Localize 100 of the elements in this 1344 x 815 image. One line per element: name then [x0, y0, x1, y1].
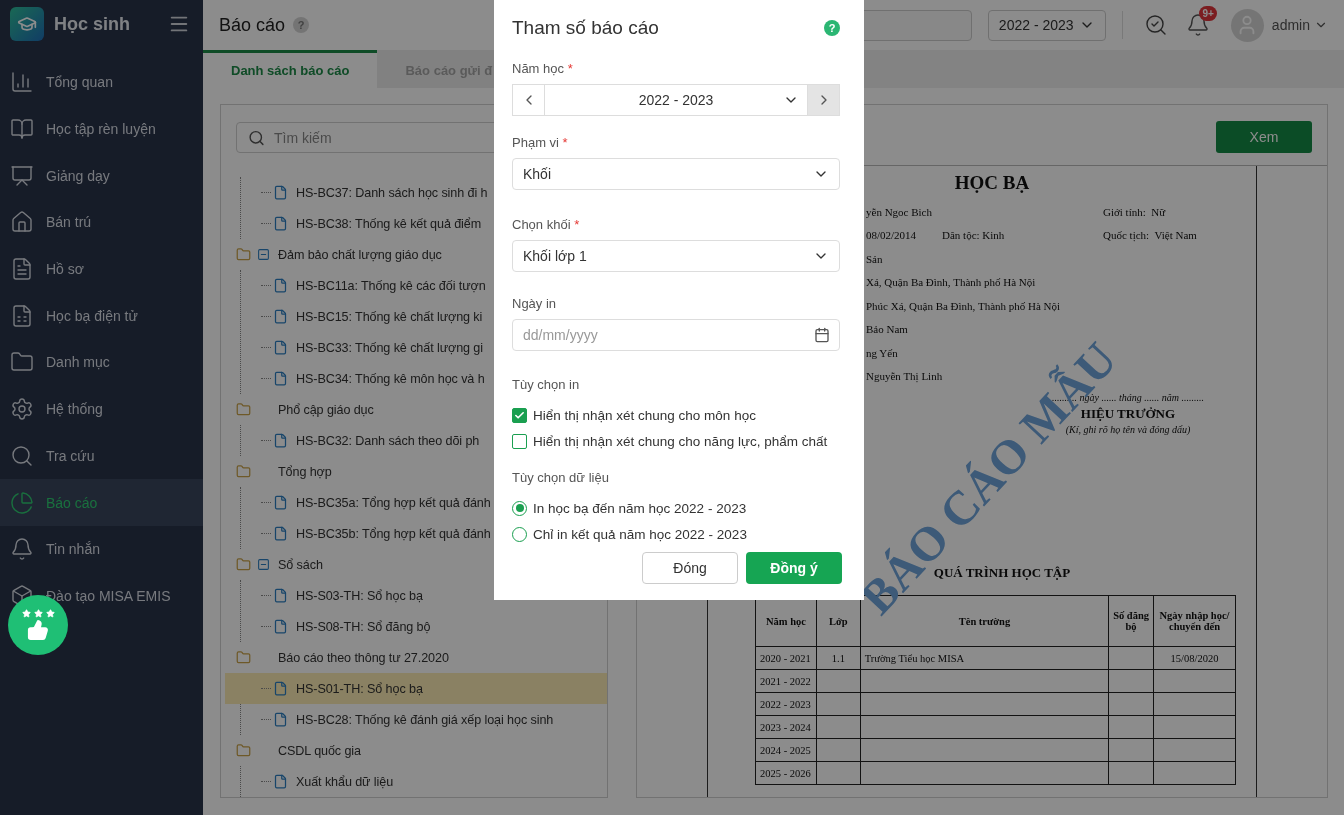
tree-group[interactable]: Báo cáo theo thông tư 27.2020	[221, 642, 607, 673]
presentation-board-icon	[10, 163, 34, 188]
tree-item[interactable]: HS-BC28: Thống kê đánh giá xếp loại học sinh	[225, 704, 607, 735]
scope-select[interactable]: Khối	[512, 158, 840, 190]
checkbox-option[interactable]: Hiển thị nhận xét chung cho năng lực, phẩm chất	[512, 428, 840, 454]
table-cell	[1108, 761, 1154, 785]
checkbox[interactable]	[512, 433, 527, 449]
view-button[interactable]: Xem	[1216, 121, 1312, 153]
radio-option[interactable]: In học bạ đến năm học 2022 - 2023	[512, 495, 840, 521]
file-icon	[273, 309, 288, 324]
file-icon	[273, 433, 288, 448]
file-icon	[273, 774, 288, 789]
dialog-title: Tham số báo cáo	[512, 17, 659, 39]
section-label: Tùy chọn dữ liệu	[512, 470, 610, 485]
checkbox[interactable]	[512, 407, 527, 423]
tree-group[interactable]: CSDL quốc gia	[221, 735, 607, 766]
open-book-icon	[10, 117, 34, 142]
info-text: Dân tộc: Kinh	[942, 229, 1006, 242]
table-cell: 2021 - 2022	[755, 669, 817, 693]
folder-icon	[236, 743, 251, 758]
tree-item[interactable]: Xuất khẩu dữ liệu	[225, 766, 607, 797]
folder-icon	[236, 557, 251, 572]
collapse-icon[interactable]	[257, 248, 270, 261]
file-icon	[273, 185, 288, 200]
file-icon	[273, 619, 288, 634]
info-text: Phúc Xá, Quận Ba Đình, Thành phố Hà Nội	[866, 299, 1062, 312]
app-title: Học sinh	[54, 13, 131, 35]
table-cell: 1.1	[816, 646, 861, 670]
house-icon	[10, 210, 34, 235]
table-cell: 2025 - 2026	[755, 761, 817, 785]
sidebar-item[interactable]: Hệ thống	[0, 385, 203, 433]
folder-icon	[236, 247, 251, 262]
user-menu[interactable]: admin	[1271, 17, 1328, 33]
sidebar-item[interactable]: Bán trú	[0, 199, 203, 246]
folder-icon	[236, 464, 251, 479]
settings-icon	[10, 397, 34, 422]
sidebar-item[interactable]: Giảng dạy	[0, 152, 203, 200]
column-header: Ngày nhập học/ chuyển đến	[1153, 595, 1236, 647]
bar-chart-icon	[10, 70, 34, 95]
file-icon	[273, 495, 288, 510]
info-text: yễn Ngoc Bich	[866, 205, 933, 218]
info-text: Nguyễn Thị Linh	[866, 370, 944, 383]
field-label: Chọn khối *	[512, 217, 581, 232]
file-icon	[273, 371, 288, 386]
search-icon	[10, 443, 34, 468]
pie-chart-icon	[10, 490, 34, 515]
grade-select[interactable]: Khối lớp 1	[512, 240, 840, 272]
date-field[interactable]: dd/mm/yyyy	[512, 319, 840, 351]
table-cell: Trường Tiểu học MISA	[860, 646, 1109, 670]
info-text: Bảo Nam	[866, 323, 909, 336]
table-cell: 15/08/2020	[1153, 646, 1236, 670]
tree-item[interactable]: HS-S03-TH: Sổ học bạ	[225, 580, 607, 611]
radio-option[interactable]: Chỉ in kết quả năm học 2022 - 2023	[512, 521, 840, 547]
logo-icon	[10, 7, 44, 41]
table-cell	[816, 692, 861, 716]
tree-item[interactable]: HS-S08-TH: Sổ đăng bộ	[225, 611, 607, 642]
calendar-icon[interactable]	[814, 327, 830, 343]
checkbox-option[interactable]: Hiển thị nhận xét chung cho môn học	[512, 402, 840, 428]
table-cell	[816, 738, 861, 762]
table-cell	[1108, 669, 1154, 693]
star-icon	[33, 609, 43, 618]
sidebar-item[interactable]: Danh mục	[0, 339, 203, 386]
school-year-select[interactable]: 2022 - 2023	[545, 84, 807, 116]
table-cell: 2023 - 2024	[755, 715, 817, 739]
sidebar-item[interactable]: Hồ sơ	[0, 245, 203, 293]
close-button[interactable]: Đóng	[642, 552, 738, 584]
field-label: Ngày in	[512, 296, 558, 311]
star-icon	[21, 609, 31, 618]
document-icon	[10, 257, 34, 282]
check-icon	[514, 409, 525, 421]
section-label: Tùy chọn in	[512, 377, 581, 392]
star-icon	[45, 609, 55, 618]
next-button[interactable]	[807, 84, 840, 116]
folder-icon	[236, 402, 251, 417]
sidebar-item[interactable]: Tổng quan	[0, 59, 203, 106]
tree-item[interactable]: HS-S01-TH: Sổ học bạ	[225, 673, 607, 704]
file-icon	[273, 340, 288, 355]
table-cell	[816, 761, 861, 785]
chart-search-icon[interactable]	[1143, 13, 1168, 37]
sidebar-item[interactable]: Học tập rèn luyện	[0, 105, 203, 153]
info-text: Sán	[866, 252, 884, 265]
thumbs-up-icon	[27, 619, 49, 641]
collapse-icon[interactable]	[257, 558, 270, 571]
agree-button[interactable]: Đồng ý	[746, 552, 842, 584]
tab[interactable]: Danh sách báo cáo	[203, 50, 378, 88]
tree-group[interactable]: Sổ sách	[221, 549, 607, 580]
previous-button[interactable]	[512, 84, 545, 116]
notification-badge: 9+	[1199, 6, 1217, 21]
table-cell	[1108, 715, 1154, 739]
file-icon	[273, 216, 288, 231]
table-cell	[1108, 646, 1154, 670]
bell-icon	[10, 537, 34, 562]
info-text: 08/02/2014	[866, 229, 918, 242]
sidebar-item[interactable]: Học bạ điện tử	[0, 292, 203, 340]
info-text: Giới tính: Nữ	[1103, 205, 1167, 218]
spreadsheet-icon	[10, 303, 34, 328]
folder-icon	[236, 650, 251, 665]
page-title: Báo cáo	[219, 14, 286, 36]
file-icon	[273, 526, 288, 541]
school-year-select[interactable]: 2022 - 2023	[987, 9, 1106, 41]
